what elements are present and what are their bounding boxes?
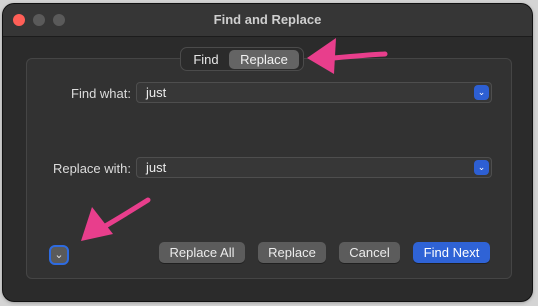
chevron-down-icon: ⌄ [54, 249, 64, 261]
find-what-label: Find what: [71, 86, 131, 101]
find-what-combobox[interactable]: just ⌄ [136, 82, 492, 103]
tab-find[interactable]: Find [183, 50, 229, 69]
title-bar: Find and Replace [3, 4, 532, 37]
options-disclosure-button[interactable]: ⌄ [49, 245, 69, 265]
replace-all-button[interactable]: Replace All [159, 242, 245, 263]
cancel-button[interactable]: Cancel [339, 242, 400, 263]
find-next-button[interactable]: Find Next [413, 242, 490, 263]
window-title: Find and Replace [213, 12, 322, 27]
replace-button[interactable]: Replace [258, 242, 326, 263]
replace-with-label: Replace with: [52, 161, 131, 176]
find-dropdown-chevron-down-icon[interactable]: ⌄ [474, 85, 489, 100]
tab-replace[interactable]: Replace [229, 49, 299, 69]
find-replace-window: Find and Replace Find what: just ⌄ Repla… [3, 4, 532, 301]
find-what-value: just [146, 85, 167, 100]
replace-with-combobox[interactable]: just ⌄ [136, 157, 492, 178]
mode-segmented-control: Find Replace [180, 47, 304, 71]
replace-dropdown-chevron-down-icon[interactable]: ⌄ [474, 160, 489, 175]
replace-with-value: just [146, 160, 167, 175]
